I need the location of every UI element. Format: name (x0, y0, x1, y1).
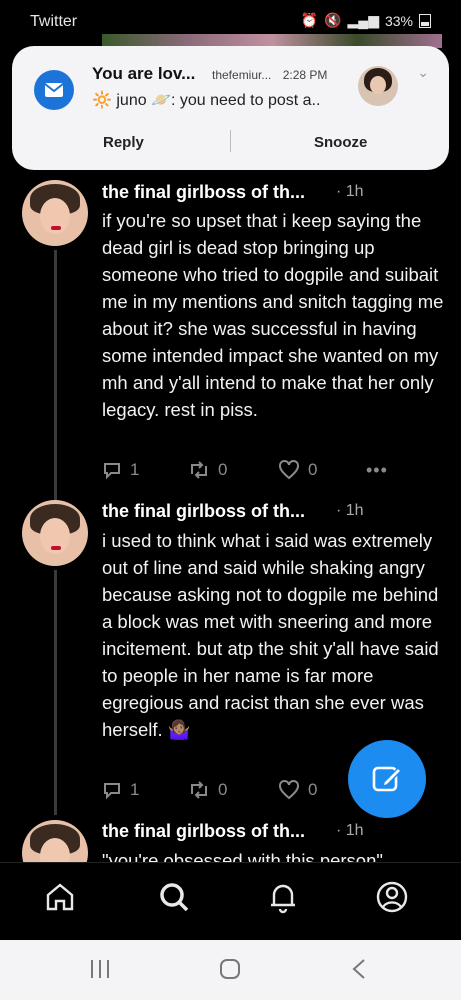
retweet-icon (191, 461, 207, 479)
notification-title: You are lov... (92, 64, 196, 83)
reply-action[interactable]: 1 (102, 460, 139, 480)
thread-line (54, 570, 57, 815)
thread-line (54, 250, 57, 500)
retweet-count: 0 (218, 780, 228, 799)
like-action[interactable]: 0 (278, 780, 317, 800)
home-circle-icon[interactable] (218, 958, 242, 985)
chevron-down-icon[interactable]: ⌄ (417, 64, 429, 81)
battery-percent: 33% (384, 12, 413, 29)
notification-meta: thefemiur... 2:28 PM (212, 68, 335, 82)
notification-body: 🔆 juno 🪐: you need to post a.. (92, 92, 321, 109)
retweet-icon (191, 781, 207, 799)
like-count: 0 (308, 460, 318, 479)
home-icon[interactable] (42, 879, 82, 919)
notification-time: 2:28 PM (282, 68, 328, 82)
tweet-text: "you're obsessed with this person" (102, 850, 383, 862)
status-app-name: Twitter (30, 13, 78, 30)
tweet-author-name[interactable]: the final girlboss of th... (102, 182, 305, 203)
notification-card[interactable]: You are lov... thefemiur... 2:28 PM 🔆 ju… (12, 46, 449, 170)
more-options-icon[interactable]: ••• (366, 460, 388, 481)
notification-sender-avatar (358, 66, 398, 106)
notification-actions: Reply Snooze (12, 128, 449, 160)
envelope-icon (44, 83, 64, 97)
profile-icon[interactable] (374, 879, 414, 919)
reply-count: 1 (130, 460, 140, 479)
bottom-nav (0, 862, 461, 941)
heart-icon (279, 780, 299, 800)
retweet-count: 0 (218, 460, 228, 479)
retweet-action[interactable]: 0 (188, 460, 227, 480)
alarm-icon: ⏰ (300, 12, 319, 28)
divider (230, 130, 231, 152)
reply-icon (104, 783, 120, 800)
tweet-text: if you're so upset that i keep saying th… (102, 210, 444, 420)
mute-icon: 🔇 (324, 12, 342, 28)
signal-icon: ▂▄▆ (347, 12, 379, 28)
like-action[interactable]: 0 (278, 460, 317, 480)
like-count: 0 (308, 780, 318, 799)
retweet-action[interactable]: 0 (188, 780, 227, 800)
reply-button[interactable]: Reply (103, 134, 144, 151)
avatar[interactable] (22, 500, 88, 566)
reply-count: 1 (130, 780, 140, 799)
snooze-button[interactable]: Snooze (314, 134, 367, 151)
avatar[interactable] (22, 180, 88, 246)
heart-icon (279, 460, 299, 480)
tweet-time: · 1h (336, 183, 364, 200)
tweet-time: · 1h (336, 822, 364, 839)
system-nav-bar (0, 940, 461, 1000)
reply-action[interactable]: 1 (102, 780, 139, 800)
recent-apps-icon[interactable] (88, 958, 112, 985)
avatar[interactable] (22, 820, 88, 862)
tweet-author-name[interactable]: the final girlboss of th... (102, 501, 305, 522)
tweet-text: i used to think what i said was extremel… (102, 530, 439, 740)
tweet[interactable]: the final girlboss of th... · 1h "you're… (0, 820, 461, 862)
back-icon[interactable] (348, 958, 372, 985)
battery-icon (419, 13, 431, 28)
notifications-icon[interactable] (265, 879, 305, 919)
tweet-time: · 1h (336, 502, 364, 519)
compose-icon (372, 766, 403, 792)
search-icon[interactable] (156, 879, 196, 919)
tweet-actions: 1 0 0 (102, 460, 402, 484)
tweet-author-name[interactable]: the final girlboss of th... (102, 821, 305, 842)
mail-app-icon (34, 70, 74, 110)
reply-icon (104, 463, 120, 480)
notification-source: thefemiur... (212, 68, 272, 82)
compose-tweet-button[interactable] (348, 740, 426, 818)
status-icons: ⏰ 🔇 ▂▄▆ 33% (301, 12, 431, 29)
